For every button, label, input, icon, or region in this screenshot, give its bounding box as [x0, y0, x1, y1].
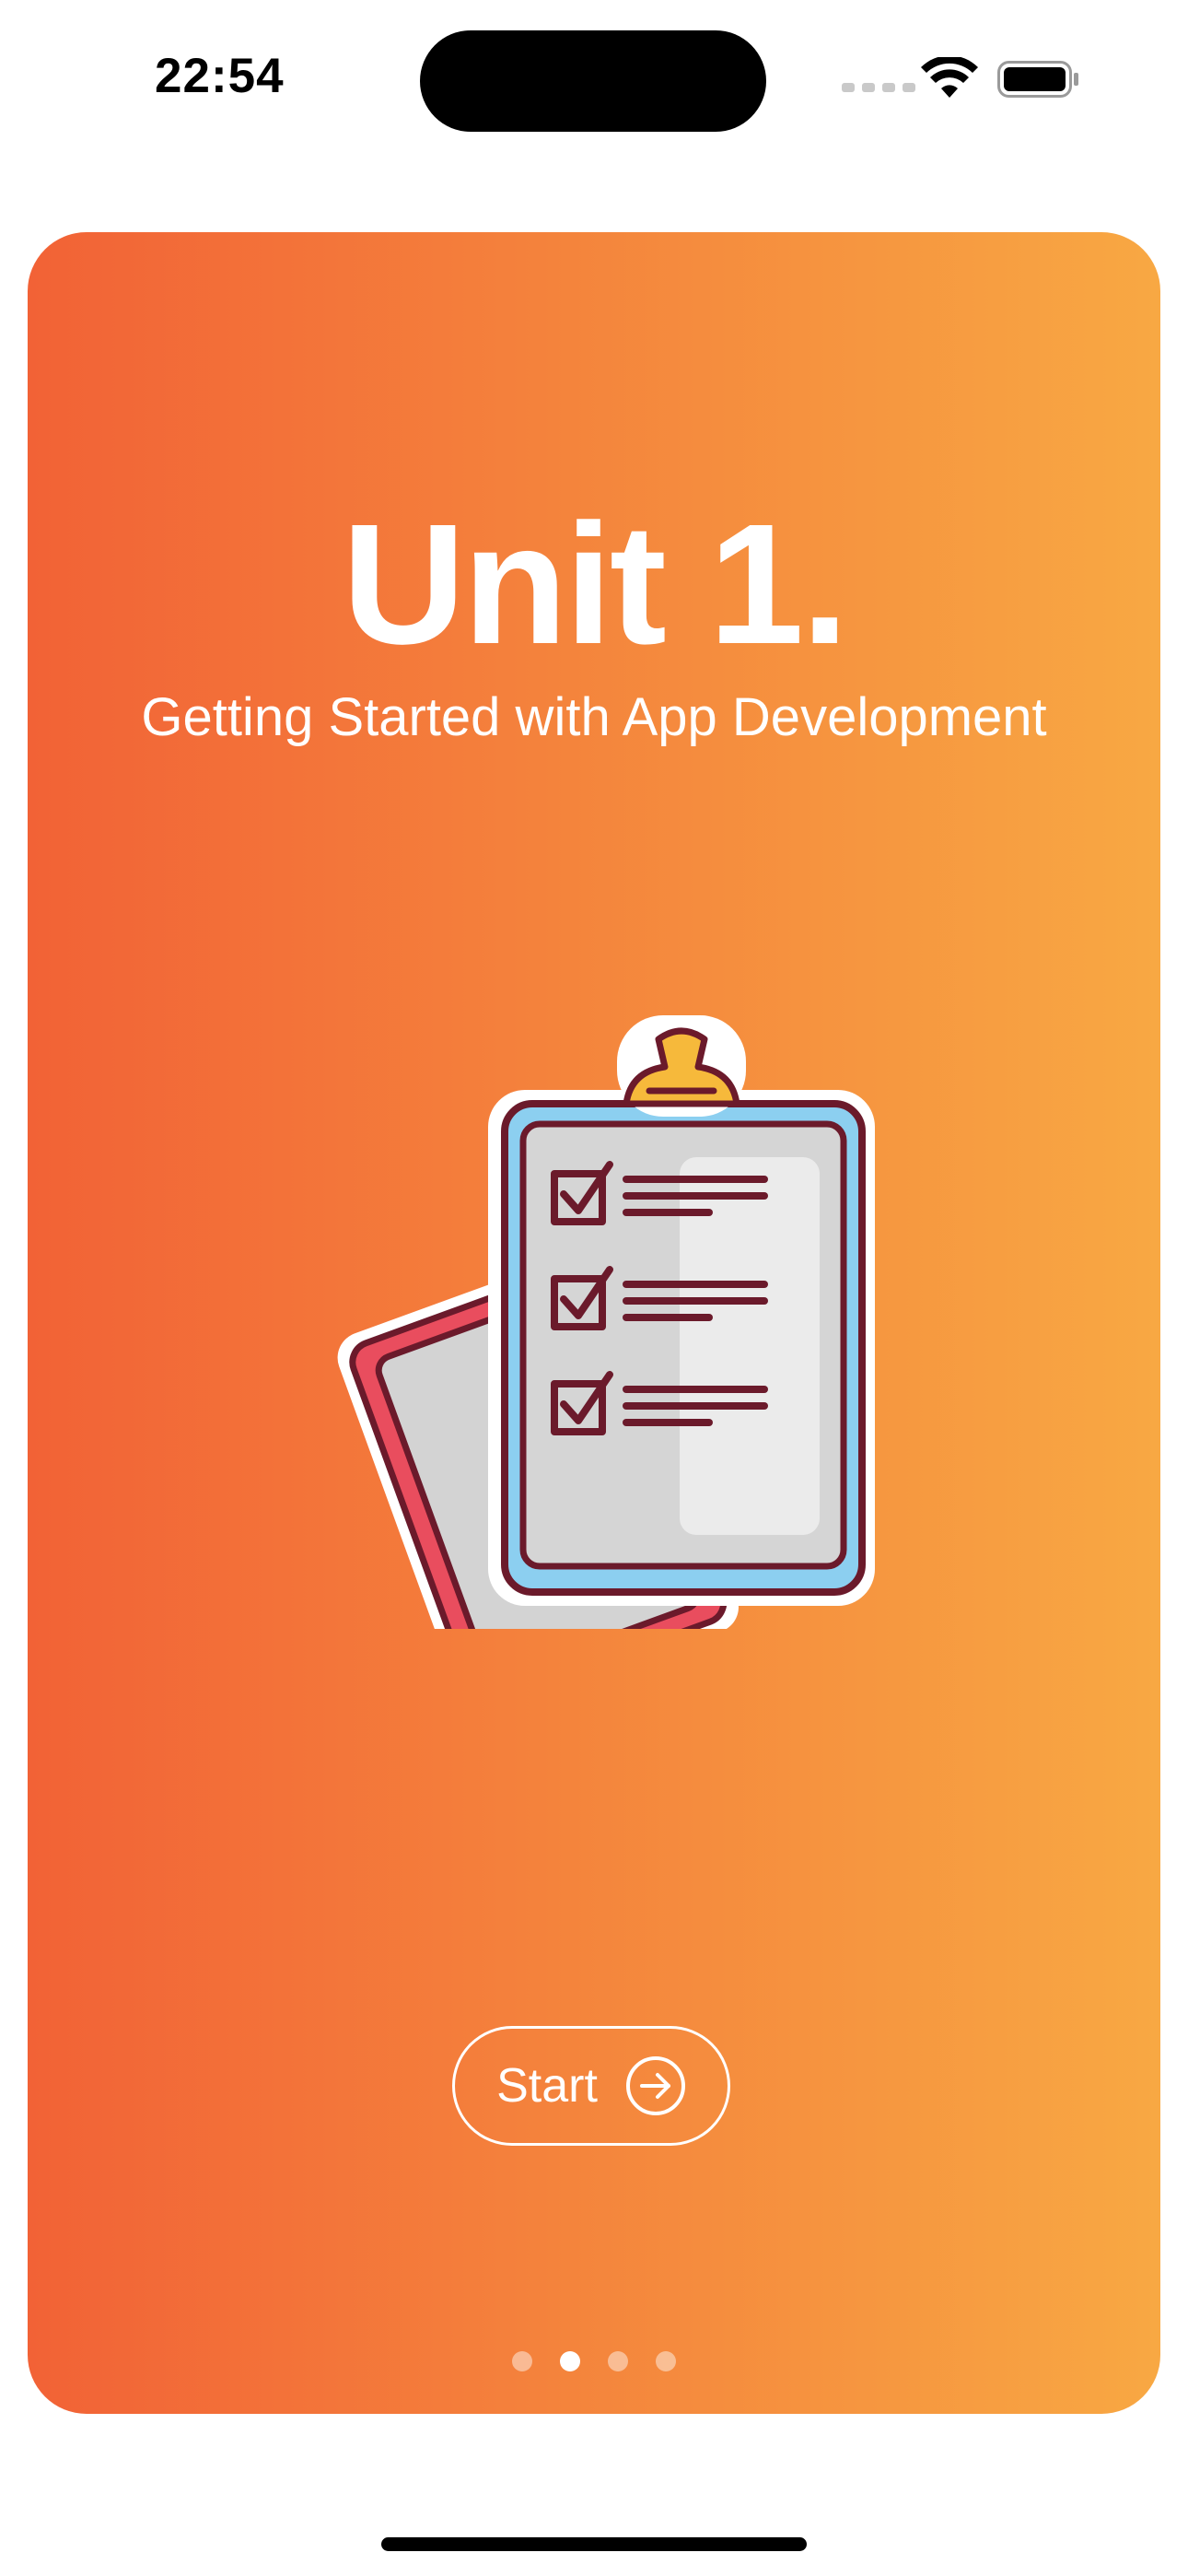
page-dot-4[interactable]	[656, 2351, 676, 2371]
page-dot-3[interactable]	[608, 2351, 628, 2371]
wifi-icon	[921, 57, 978, 98]
home-indicator[interactable]	[381, 2537, 807, 2551]
cellular-signal-icon	[842, 83, 915, 92]
battery-icon	[997, 61, 1078, 98]
dynamic-island	[420, 30, 766, 132]
page-dot-2[interactable]	[560, 2351, 580, 2371]
start-button[interactable]: Start	[452, 2026, 730, 2146]
unit-subtitle: Getting Started with App Development	[141, 687, 1047, 747]
page-indicator[interactable]	[28, 2351, 1160, 2371]
arrow-right-circle-icon	[625, 2056, 685, 2115]
page-dot-1[interactable]	[512, 2351, 532, 2371]
unit-card[interactable]: Unit 1. Getting Started with App Develop…	[28, 232, 1160, 2414]
start-button-label: Start	[496, 2059, 598, 2113]
clipboard-checklist-icon	[337, 1015, 875, 1629]
unit-title: Unit 1.	[342, 489, 848, 680]
status-time: 22:54	[155, 49, 285, 103]
